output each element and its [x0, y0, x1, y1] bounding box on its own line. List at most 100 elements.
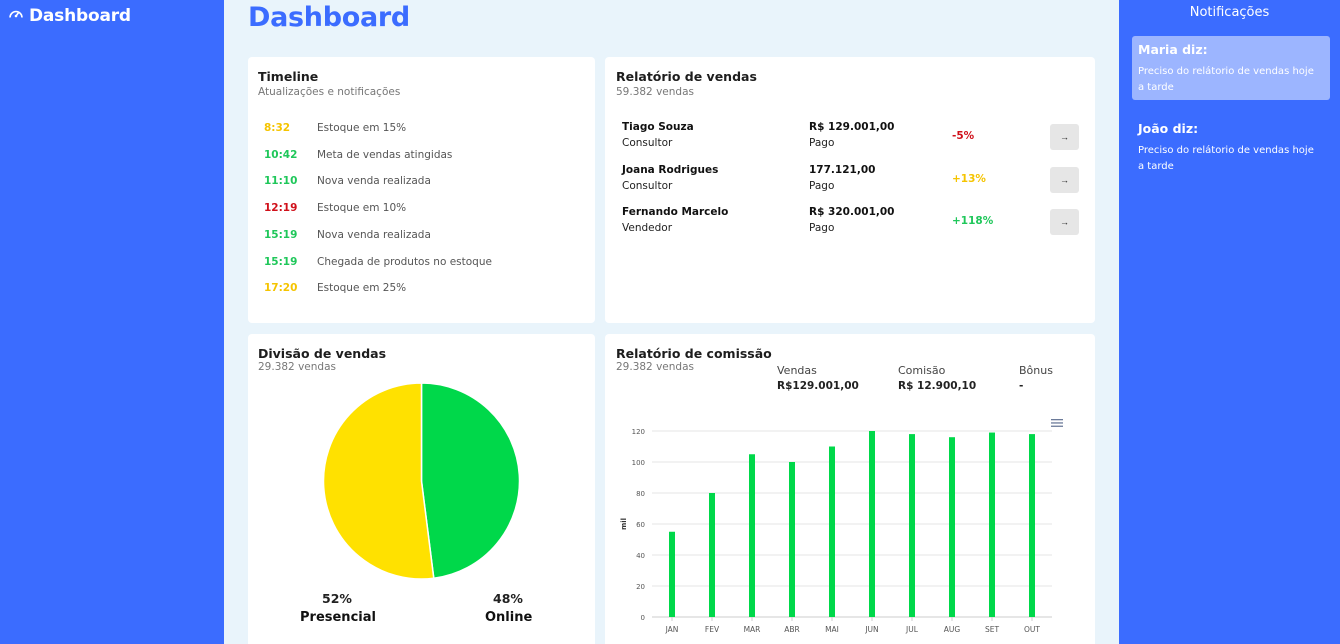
- brand-label: Dashboard: [29, 6, 131, 26]
- notification-message: Preciso do relátorio de vendas hoje a ta…: [1138, 145, 1314, 172]
- speedometer-icon: [8, 6, 24, 26]
- presencial-label: Presencial: [300, 610, 376, 625]
- sale-amount: 177.121,00: [809, 163, 876, 176]
- presencial-pct: 52%: [322, 591, 352, 606]
- y-tick-label: 40: [636, 552, 645, 560]
- y-tick-label: 80: [636, 490, 645, 498]
- summary-value-bonus: -: [1019, 380, 1024, 392]
- y-tick-label: 100: [632, 459, 645, 467]
- pie-chart: [322, 382, 521, 580]
- y-tick-label: 120: [632, 428, 645, 436]
- y-axis-label: mil: [620, 518, 628, 530]
- card-subtitle: 29.382 vendas: [616, 361, 694, 373]
- x-tick-label: MAR: [744, 625, 761, 634]
- timeline-text: Estoque em 15%: [317, 122, 407, 134]
- x-tick-label: FEV: [705, 625, 720, 634]
- view-sale-button[interactable]: →: [1050, 209, 1079, 235]
- timeline-time: 12:19: [264, 202, 298, 215]
- timeline-text: Nova venda realizada: [317, 228, 431, 241]
- online-label: Online: [485, 610, 533, 625]
- notification-message: Preciso do relátorio de vendas hoje a ta…: [1138, 66, 1314, 93]
- x-tick-label: ABR: [784, 625, 800, 634]
- card-subtitle: 59.382 vendas: [616, 86, 694, 98]
- pie-slice-presencial[interactable]: [322, 382, 435, 580]
- payment-status: Pago: [809, 137, 835, 149]
- bar-abr[interactable]: [789, 462, 795, 617]
- seller-role: Vendedor: [622, 222, 673, 234]
- notifications-title: Notificações: [1189, 5, 1270, 20]
- summary-label-bonus: Bônus: [1019, 364, 1053, 377]
- timeline-time: 11:10: [264, 175, 298, 188]
- arrow-right-icon: →: [1060, 132, 1069, 142]
- view-sale-button[interactable]: →: [1050, 166, 1079, 193]
- bar-mar[interactable]: [749, 454, 755, 617]
- summary-label-comissao: Comisão: [898, 364, 946, 377]
- timeline-time: 8:32: [264, 122, 291, 134]
- seller-role: Consultor: [622, 179, 673, 192]
- sales-row: Fernando Marcelo Vendedor R$ 320.001,00 Pag…: [622, 206, 1082, 240]
- sales-division-card: Divisão de vendas 29.382 vendas 52% Pres…: [248, 334, 595, 644]
- timeline-text: Estoque em 25%: [317, 282, 407, 295]
- summary-value-comissao: R$ 12.900,10: [898, 380, 977, 392]
- sales-report-card: Relatório de vendas 59.382 vendas Tiago …: [605, 57, 1095, 323]
- seller-name: Joana Rodrigues: [622, 163, 719, 176]
- pie-slice-online[interactable]: [420, 382, 521, 580]
- x-tick-label: JUN: [864, 625, 878, 634]
- seller-name: Fernando Marcelo: [622, 206, 729, 218]
- arrow-right-icon: →: [1060, 174, 1069, 185]
- brand[interactable]: Dashboard: [8, 6, 131, 26]
- bar-out[interactable]: [1029, 434, 1035, 617]
- summary-value-vendas: R$129.001,00: [777, 380, 859, 392]
- commission-bar-chart: 0 20 40 60 80 100 120 mil JAN FEV MAR ABR MAI JUN JUL A…: [620, 428, 1052, 634]
- summary-label-vendas: Vendas: [777, 364, 817, 377]
- x-tick-label: AUG: [944, 625, 961, 634]
- page-title: Dashboard: [248, 2, 410, 33]
- arrow-right-icon: →: [1060, 217, 1069, 227]
- card-subtitle: 29.382 vendas: [258, 361, 336, 373]
- bar-fev[interactable]: [709, 493, 715, 617]
- bar-set[interactable]: [989, 432, 995, 617]
- notification-author: Maria diz:: [1138, 42, 1208, 57]
- payment-status: Pago: [809, 179, 835, 192]
- sale-amount: R$ 129.001,00: [809, 121, 895, 133]
- bar-jul[interactable]: [909, 434, 915, 617]
- x-tick-label: JAN: [665, 625, 679, 634]
- bar-jan[interactable]: [669, 531, 675, 617]
- payment-status: Pago: [809, 222, 835, 234]
- x-tick-label: SET: [985, 625, 999, 634]
- sale-amount: R$ 320.001,00: [809, 206, 895, 218]
- timeline-time: 15:19: [264, 255, 298, 268]
- bar-aug[interactable]: [949, 437, 955, 617]
- sidebar: Dashboard: [0, 0, 224, 644]
- commission-report-card: Relatório de comissão 29.382 vendas Vend…: [605, 334, 1095, 644]
- timeline-text: Chegada de produtos no estoque: [317, 255, 492, 268]
- y-tick-label: 60: [636, 521, 645, 529]
- sale-change: +13%: [952, 172, 986, 185]
- notifications-panel: Notificações Maria diz: Preciso do relát…: [1119, 0, 1340, 644]
- card-title: Relatório de vendas: [616, 69, 757, 84]
- timeline-card: Timeline Atualizações e notificações 8:3…: [248, 57, 595, 323]
- card-title: Relatório de comissão: [616, 346, 772, 361]
- y-tick-label: 0: [641, 614, 645, 622]
- bar-mai[interactable]: [829, 446, 835, 618]
- timeline-time: 17:20: [264, 282, 298, 295]
- bar-jun[interactable]: [869, 431, 875, 617]
- timeline-text: Estoque em 10%: [317, 202, 407, 215]
- timeline-text: Nova venda realizada: [317, 175, 431, 188]
- card-subtitle: Atualizações e notificações: [258, 86, 401, 98]
- card-title: Divisão de vendas: [258, 346, 387, 361]
- notification-item[interactable]: Maria diz: Preciso do relátorio de venda…: [1132, 36, 1330, 100]
- card-title: Timeline: [258, 69, 319, 84]
- notification-author: João diz:: [1138, 121, 1199, 136]
- sale-change: -5%: [952, 130, 975, 142]
- hamburger-menu-icon[interactable]: [1051, 413, 1063, 427]
- notification-item[interactable]: João diz: Preciso do relátorio de vendas…: [1132, 115, 1330, 179]
- view-sale-button[interactable]: →: [1050, 124, 1079, 150]
- x-tick-label: MAI: [825, 625, 839, 634]
- timeline-time: 10:42: [264, 148, 298, 161]
- sales-row: Tiago Souza Consultor R$ 129.001,00 Pago -5%…: [622, 121, 1082, 155]
- seller-name: Tiago Souza: [622, 121, 694, 133]
- y-tick-label: 20: [636, 583, 645, 591]
- x-tick-label: OUT: [1024, 625, 1040, 634]
- x-tick-label: JUL: [905, 625, 919, 634]
